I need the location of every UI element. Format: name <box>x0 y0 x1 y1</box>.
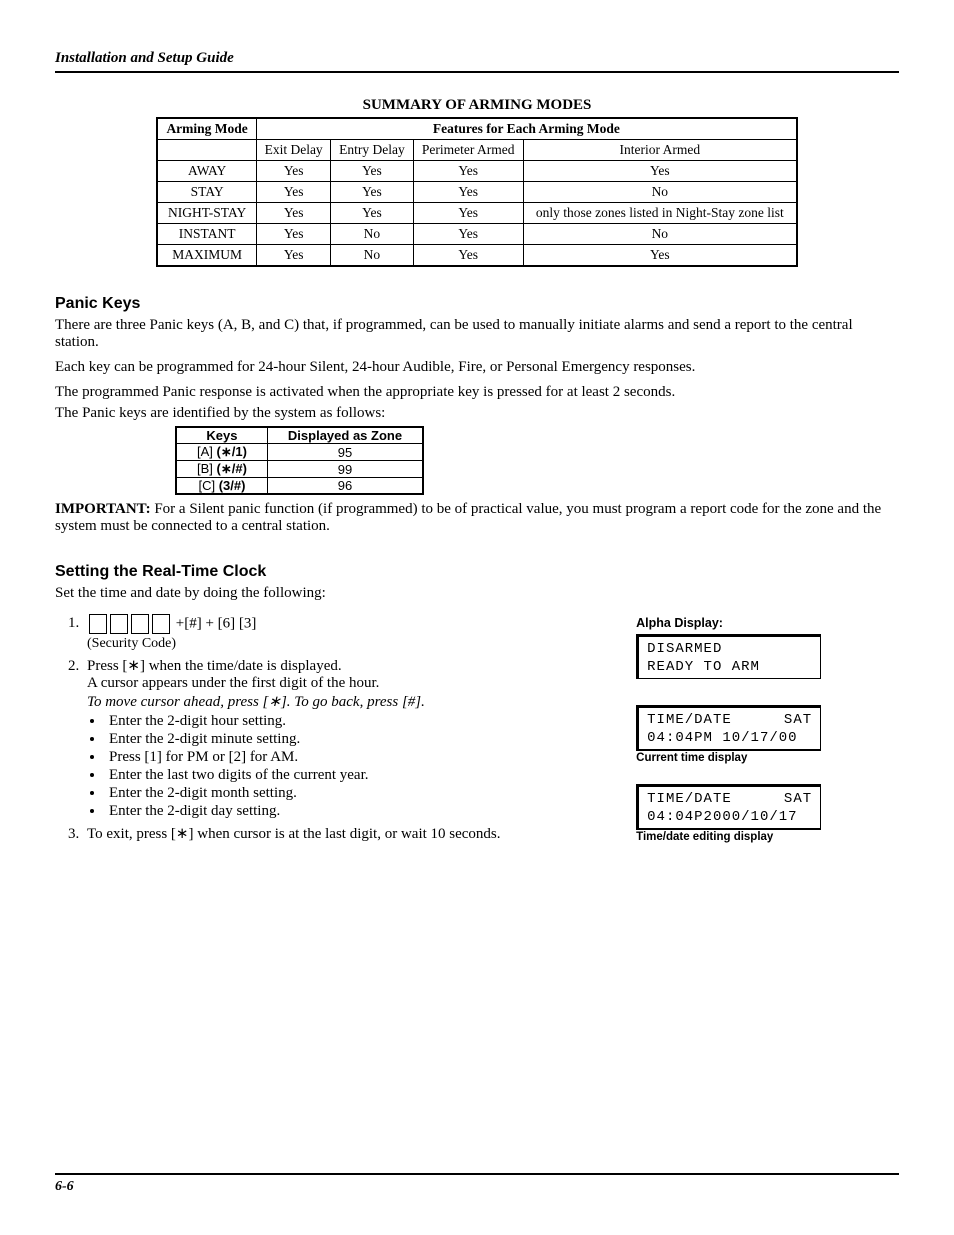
arming-modes-table: Arming Mode Features for Each Arming Mod… <box>156 117 797 267</box>
panic-head-zone: Displayed as Zone <box>267 427 423 444</box>
bullet: Enter the 2-digit hour setting. <box>105 713 606 730</box>
lcd-line: 04:04P2000/10/17 <box>647 809 812 827</box>
panic-head-keys: Keys <box>176 427 267 444</box>
table-row: [B] (∗/#)99 <box>176 461 423 478</box>
lcd-line: 04:04PM 10/17/00 <box>647 730 812 748</box>
table-row: INSTANTYesNoYesNo <box>157 224 796 245</box>
subhead-interior: Interior Armed <box>523 140 796 161</box>
panic-p4: The Panic keys are identified by the sys… <box>55 405 899 422</box>
security-code-label: (Security Code) <box>87 636 606 652</box>
col-features: Features for Each Arming Mode <box>256 118 796 140</box>
bullet: Enter the 2-digit day setting. <box>105 803 606 820</box>
important-note: IMPORTANT: For a Silent panic function (… <box>55 501 899 535</box>
step2-line3: To move cursor ahead, press [∗]. To go b… <box>87 694 425 710</box>
bullet: Press [1] for PM or [2] for AM. <box>105 749 606 766</box>
panic-keys-heading: Panic Keys <box>55 295 899 313</box>
step2-line1: Press [∗] when the time/date is displaye… <box>87 658 342 674</box>
step-3: To exit, press [∗] when cursor is at the… <box>83 824 606 843</box>
code-box <box>110 614 128 634</box>
panic-keys-table: KeysDisplayed as Zone [A] (∗/1)95 [B] (∗… <box>175 426 424 495</box>
bullet: Enter the last two digits of the current… <box>105 767 606 784</box>
code-box <box>152 614 170 634</box>
subhead-perimeter: Perimeter Armed <box>413 140 523 161</box>
clock-steps: +[#] + [6] [3] (Security Code) Press [∗]… <box>63 614 606 843</box>
table-row: NIGHT-STAYYesYesYesonly those zones list… <box>157 203 796 224</box>
alpha-display-label: Alpha Display: <box>636 616 899 630</box>
security-code-boxes <box>89 614 170 634</box>
lcd-display-disarmed: DISARMED READY TO ARM <box>636 634 821 679</box>
lcd-line: SAT <box>784 712 812 730</box>
step-2: Press [∗] when the time/date is displaye… <box>83 656 606 820</box>
lcd-display-editing: TIME/DATE SAT 04:04P2000/10/17 <box>636 784 821 829</box>
subhead-entry: Entry Delay <box>331 140 413 161</box>
step1-suffix: +[#] + [6] [3] <box>172 615 256 631</box>
step2-bullets: Enter the 2-digit hour setting. Enter th… <box>105 713 606 820</box>
lcd-caption-editing: Time/date editing display <box>636 829 821 843</box>
table-row: AWAYYesYesYesYes <box>157 161 796 182</box>
page-footer: 6-6 <box>55 1173 899 1195</box>
panic-p2: Each key can be programmed for 24-hour S… <box>55 359 899 376</box>
arming-table-title: SUMMARY OF ARMING MODES <box>55 97 899 114</box>
lcd-line: TIME/DATE <box>647 712 732 730</box>
table-row: MAXIMUMYesNoYesYes <box>157 245 796 267</box>
clock-intro: Set the time and date by doing the follo… <box>55 585 899 602</box>
subhead-exit: Exit Delay <box>256 140 330 161</box>
table-row: [A] (∗/1)95 <box>176 444 423 461</box>
code-box <box>131 614 149 634</box>
clock-heading: Setting the Real-Time Clock <box>55 563 899 581</box>
lcd-caption-current: Current time display <box>636 750 821 764</box>
col-arming-mode: Arming Mode <box>157 118 256 140</box>
table-row: [C] (3/#)96 <box>176 478 423 495</box>
important-label: IMPORTANT: <box>55 501 151 517</box>
bullet: Enter the 2-digit month setting. <box>105 785 606 802</box>
page-header: Installation and Setup Guide <box>55 50 899 73</box>
lcd-display-current-time: TIME/DATE SAT 04:04PM 10/17/00 <box>636 705 821 750</box>
table-row: STAYYesYesYesNo <box>157 182 796 203</box>
lcd-line: TIME/DATE <box>647 791 732 809</box>
lcd-line: SAT <box>784 791 812 809</box>
important-text: For a Silent panic function (if programm… <box>55 501 881 534</box>
panic-p3: The programmed Panic response is activat… <box>55 384 899 401</box>
code-box <box>89 614 107 634</box>
lcd-line: READY TO ARM <box>647 659 812 677</box>
lcd-line: DISARMED <box>647 641 812 659</box>
step-1: +[#] + [6] [3] (Security Code) <box>83 614 606 652</box>
bullet: Enter the 2-digit minute setting. <box>105 731 606 748</box>
panic-p1: There are three Panic keys (A, B, and C)… <box>55 317 899 351</box>
step2-line2: A cursor appears under the first digit o… <box>87 675 379 691</box>
